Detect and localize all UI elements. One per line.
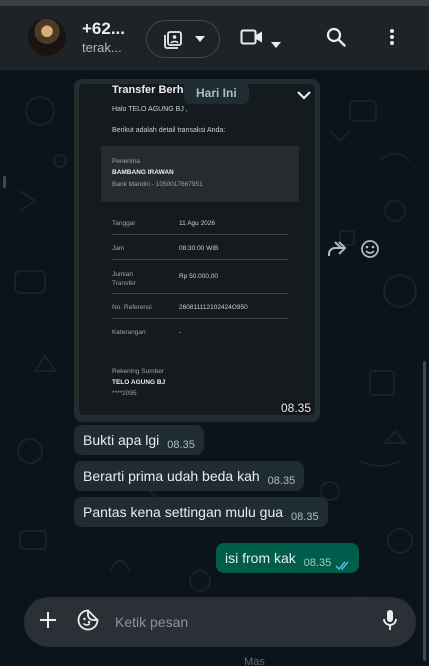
- incoming-message[interactable]: Pantas kena settingan mulu gua 08.35: [74, 497, 328, 527]
- message-time: 08.35: [267, 475, 296, 487]
- source-account: ****2095: [112, 390, 137, 397]
- image-message[interactable]: Transfer Berha Halo TELO AGUNG BJ , Beri…: [74, 79, 320, 422]
- source-label: Rekening Sumber: [112, 368, 165, 375]
- scrollbar[interactable]: [423, 361, 426, 661]
- recipient-name: BAMBANG IRAWAN: [112, 169, 174, 176]
- emoji-reaction-icon[interactable]: [360, 239, 380, 264]
- divider: [112, 293, 288, 294]
- receipt-row-label: No. Referensi: [112, 304, 152, 311]
- more-vert-icon: [389, 28, 395, 51]
- source-name: TELO AGUNG BJ: [112, 379, 166, 386]
- receipt-greeting: Halo TELO AGUNG BJ ,: [112, 106, 188, 113]
- date-chip: Hari Ini: [184, 82, 249, 104]
- recipient-box: Penerima BAMBANG IRAWAN Bank Mandiri - 1…: [101, 146, 299, 202]
- receipt-row-value: Rp 50.000,00: [179, 273, 219, 280]
- scroll-indicator: [3, 176, 6, 188]
- search-button[interactable]: [325, 27, 347, 52]
- message-input[interactable]: Ketik pesan: [115, 597, 188, 647]
- receipt-row-label: Jumlah Transfer: [112, 271, 136, 287]
- message-time: 08.35: [303, 557, 332, 569]
- search-icon: [326, 27, 346, 52]
- media-gallery-icon: [163, 30, 183, 50]
- receipt-row-label: Keterangan: [112, 329, 146, 336]
- chevron-down-icon: [195, 36, 205, 42]
- plus-icon: [39, 611, 57, 634]
- receipt-row-value: 11 Agu 2026: [179, 220, 216, 227]
- sticker-button[interactable]: [76, 609, 100, 636]
- message-text: Berarti prima udah beda kah: [83, 468, 260, 484]
- recipient-bank: Bank Mandiri - 1050017667951: [112, 181, 203, 188]
- divider: [112, 234, 288, 235]
- receipt-row-label: Tanggal: [112, 220, 135, 227]
- message-composer: Ketik pesan: [24, 597, 416, 647]
- attach-button[interactable]: [38, 611, 58, 634]
- message-text: isi from kak: [225, 550, 296, 566]
- chevron-down-icon: [271, 35, 281, 53]
- receipt-intro: Berikut adalah detail transaksi Anda:: [112, 127, 226, 134]
- divider: [112, 259, 288, 260]
- receipt-row-value: 08:30:00 WIB: [179, 245, 219, 252]
- contact-name[interactable]: +62...: [82, 19, 125, 39]
- chat-area[interactable]: Transfer Berha Halo TELO AGUNG BJ , Beri…: [0, 71, 429, 665]
- message-time: 08.35: [167, 439, 195, 451]
- outgoing-message[interactable]: isi from kak 08.35: [216, 543, 360, 576]
- incoming-message[interactable]: Bukti apa lgi 08.35: [74, 425, 204, 455]
- double-check-read-icon: [335, 558, 350, 576]
- incoming-message[interactable]: Berarti prima udah beda kah 08.35: [74, 461, 305, 491]
- recipient-label: Penerima: [112, 158, 140, 165]
- bottom-peek-text: Mas: [244, 656, 265, 666]
- message-menu-chevron-icon[interactable]: [296, 87, 312, 105]
- forward-icon[interactable]: [326, 239, 348, 264]
- contact-status[interactable]: terak...: [82, 40, 122, 55]
- receipt-row-value: -: [179, 329, 182, 336]
- sticker-icon: [77, 609, 99, 636]
- mic-icon: [382, 609, 398, 636]
- voice-message-button[interactable]: [380, 609, 400, 636]
- message-text: Bukti apa lgi: [83, 432, 160, 448]
- receipt-title: Transfer Berha: [112, 84, 190, 96]
- media-dropdown-button[interactable]: [146, 20, 220, 58]
- message-time: 08.35: [281, 401, 312, 415]
- video-call-button[interactable]: [240, 27, 286, 49]
- message-text: Pantas kena settingan mulu gua: [83, 504, 284, 520]
- video-call-icon: [240, 28, 264, 51]
- avatar[interactable]: [28, 18, 66, 56]
- receipt-row-label: Jam: [112, 245, 125, 252]
- message-time: 08.35: [291, 511, 319, 523]
- transfer-receipt-image[interactable]: Transfer Berha Halo TELO AGUNG BJ , Beri…: [78, 83, 316, 416]
- chat-header: +62... terak...: [0, 6, 429, 70]
- menu-button[interactable]: [382, 28, 402, 50]
- receipt-row-value: 260811112102424O950: [179, 304, 248, 311]
- divider: [112, 318, 288, 319]
